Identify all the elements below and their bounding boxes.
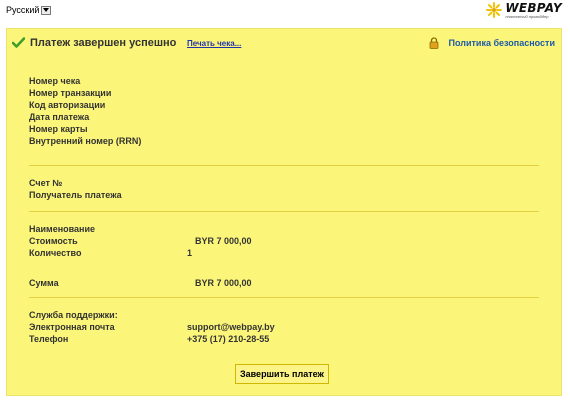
receipt-row: Код авторизации: [29, 99, 187, 111]
language-select[interactable]: Русский: [6, 5, 52, 15]
item-label: Наименование: [29, 224, 96, 234]
item-row: Наименование: [29, 223, 252, 235]
webpay-logo: WEBPAY платежный провайдер: [486, 2, 562, 19]
receipt-row: Номер транзакции: [29, 87, 187, 99]
sun-icon: [486, 2, 503, 18]
item-details: Наименование Стоимость BYR 7 000,00 Коли…: [29, 223, 252, 259]
total-row: Сумма BYR 7 000,00: [29, 277, 252, 289]
item-row: Стоимость BYR 7 000,00: [29, 235, 252, 247]
item-label: Стоимость: [29, 236, 78, 246]
invoice-row: Счет №: [29, 177, 187, 189]
checkmark-icon: [12, 37, 25, 48]
panel-header: Платеж завершен успешно Печать чека... П…: [7, 29, 561, 55]
item-value: BYR 7 000,00: [195, 236, 252, 246]
item-row: Количество 1: [29, 247, 252, 259]
payment-result-panel: Платеж завершен успешно Печать чека... П…: [6, 28, 562, 396]
security-policy[interactable]: Политика безопасности: [429, 37, 555, 49]
receipt-details: Номер чека Номер транзакции Код авториза…: [29, 75, 187, 147]
receipt-label: Номер чека: [29, 76, 81, 86]
invoice-label: Получатель платежа: [29, 190, 122, 200]
total-line: Сумма BYR 7 000,00: [29, 277, 252, 289]
receipt-label: Код авторизации: [29, 100, 106, 110]
section-divider: [29, 211, 539, 212]
dropdown-arrow-icon[interactable]: [41, 5, 52, 15]
invoice-details: Счет № Получатель платежа: [29, 177, 187, 201]
receipt-label: Номер карты: [29, 124, 88, 134]
top-bar: Русский WEBPAY платежный провайдер: [0, 0, 570, 24]
print-receipt-link[interactable]: Печать чека...: [187, 39, 241, 48]
support-details: Служба поддержки: Электронная почта supp…: [29, 309, 275, 345]
receipt-label: Номер транзакции: [29, 88, 112, 98]
section-divider: [29, 297, 539, 298]
invoice-label: Счет №: [29, 178, 63, 188]
finish-payment-button[interactable]: Завершить платеж: [235, 364, 329, 384]
support-phone: +375 (17) 210-28-55: [187, 334, 270, 344]
support-row: Телефон +375 (17) 210-28-55: [29, 333, 275, 345]
section-divider: [29, 165, 539, 166]
lock-icon: [429, 37, 438, 49]
item-label: Количество: [29, 248, 82, 258]
logo-name: WEBPAY: [505, 1, 562, 15]
support-title: Служба поддержки:: [29, 310, 118, 320]
total-label: Сумма: [29, 278, 59, 288]
receipt-row: Дата платежа: [29, 111, 187, 123]
security-policy-link[interactable]: Политика безопасности: [449, 38, 555, 48]
support-email: support@webpay.by: [187, 322, 275, 332]
support-label: Электронная почта: [29, 322, 115, 332]
invoice-row: Получатель платежа: [29, 189, 187, 201]
item-value: 1: [187, 248, 193, 258]
support-label: Телефон: [29, 334, 69, 344]
receipt-row: Внутренний номер (RRN): [29, 135, 187, 147]
total-value: BYR 7 000,00: [195, 278, 252, 288]
support-title-row: Служба поддержки:: [29, 309, 275, 321]
receipt-row: Номер карты: [29, 123, 187, 135]
receipt-label: Внутренний номер (RRN): [29, 136, 142, 146]
language-select-value: Русский: [6, 5, 40, 15]
page-title: Платеж завершен успешно: [30, 37, 177, 49]
receipt-row: Номер чека: [29, 75, 187, 87]
support-row: Электронная почта support@webpay.by: [29, 321, 275, 333]
receipt-label: Дата платежа: [29, 112, 90, 122]
logo-tagline: платежный провайдер: [505, 14, 549, 19]
